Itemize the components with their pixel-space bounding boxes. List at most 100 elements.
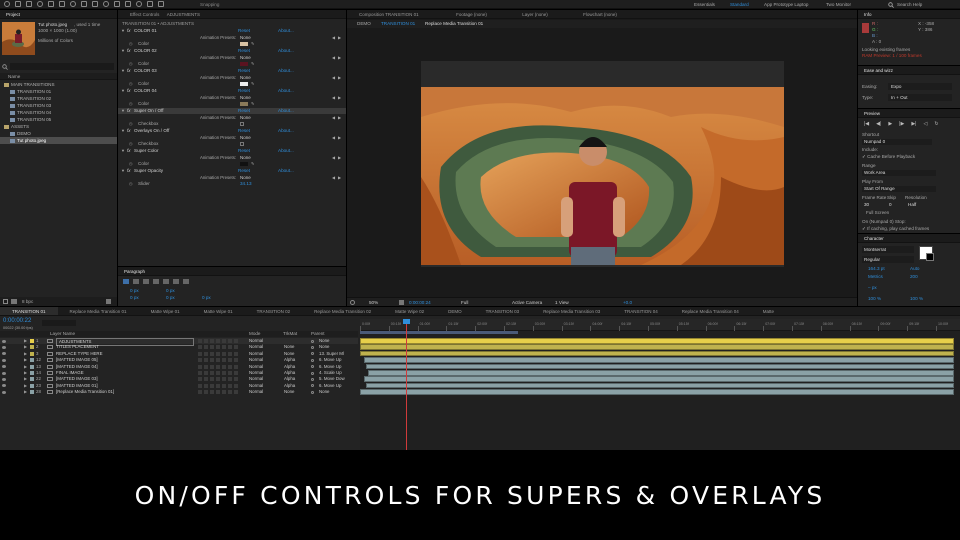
zoom-tool-icon[interactable]	[37, 1, 43, 7]
effect-group[interactable]: ▼ fx COLOR 02 Reset About...	[118, 48, 346, 54]
about-link[interactable]: About...	[278, 28, 294, 34]
next-frame-icon[interactable]: |▶	[899, 121, 904, 127]
roto-tool-icon[interactable]	[147, 1, 153, 7]
next-preset-icon[interactable]: ▶	[338, 115, 341, 120]
resolution-select[interactable]: Full	[461, 300, 468, 306]
fx-icon[interactable]: fx	[127, 148, 131, 153]
expand-triangle-icon[interactable]: ▶	[24, 338, 27, 343]
effect-group[interactable]: ▼ fx COLOR 03 Reset About...	[118, 68, 346, 74]
bit-depth-label[interactable]: 8 bpc	[22, 299, 33, 305]
kerning-field[interactable]: Metrics	[868, 274, 883, 280]
tab-project[interactable]: Project	[0, 10, 26, 18]
search-icon[interactable]	[888, 1, 894, 8]
prev-preset-icon[interactable]: ◀	[332, 95, 335, 100]
layer-duration-bar[interactable]	[364, 376, 954, 382]
expand-triangle-icon[interactable]: ▶	[24, 383, 27, 388]
font-style-select[interactable]: Regular	[862, 256, 914, 263]
label-color-swatch[interactable]	[30, 371, 34, 375]
align-left-icon[interactable]	[123, 279, 129, 284]
color-swatch[interactable]	[240, 162, 248, 166]
stopwatch-icon[interactable]: ◷	[129, 121, 133, 126]
timeline-tab[interactable]: TRANSITION 01	[0, 307, 58, 315]
visibility-eye-icon[interactable]	[2, 339, 6, 343]
first-frame-icon[interactable]: |◀	[864, 121, 869, 127]
camera-select[interactable]: Active Camera	[512, 300, 542, 306]
full-screen-checkbox[interactable]: Full Screen	[866, 210, 889, 216]
selection-tool-icon[interactable]	[15, 1, 21, 7]
animation-presets-select[interactable]: None	[240, 175, 328, 181]
about-link[interactable]: About...	[278, 108, 294, 114]
animation-presets-select[interactable]: None	[240, 55, 328, 61]
next-preset-icon[interactable]: ▶	[338, 55, 341, 60]
indent-left-field[interactable]: 0 px	[130, 288, 139, 294]
justify-center-icon[interactable]	[163, 279, 169, 284]
project-item[interactable]: TRANSITION 01	[0, 88, 117, 95]
track-matte-select[interactable]: Alpha	[284, 383, 295, 389]
animation-presets-select[interactable]: None	[240, 135, 328, 141]
last-frame-icon[interactable]: ▶|	[911, 121, 916, 127]
disclosure-triangle-icon[interactable]: ▼	[121, 128, 125, 133]
color-swatch[interactable]	[240, 62, 248, 66]
project-search-input[interactable]	[10, 63, 114, 70]
timeline-tab[interactable]: Replace Media Transition 01	[58, 307, 139, 315]
indent-first-field[interactable]: 0 px	[130, 295, 139, 301]
tab-paragraph[interactable]: Paragraph	[118, 267, 151, 275]
effect-group[interactable]: ▼ fx COLOR 04 Reset About...	[118, 88, 346, 94]
layer-duration-bar[interactable]	[366, 382, 954, 389]
resolution-value[interactable]: Half	[908, 202, 916, 208]
timeline-layer-row[interactable]: ▶ 12 [MATTED IMAGE 05] Normal Alpha 6. Move U…	[0, 357, 358, 363]
breadcrumb-replace-media[interactable]: Replace Media Transition 01	[425, 21, 483, 27]
timeline-tab[interactable]: Matte Wipe 01	[139, 307, 192, 315]
layer-duration-bar[interactable]	[366, 363, 954, 370]
stroke-color-swatch[interactable]	[926, 253, 934, 261]
hand-tool-icon[interactable]	[26, 1, 32, 7]
eyedropper-icon[interactable]: ✎	[251, 81, 254, 86]
expand-triangle-icon[interactable]: ▶	[24, 364, 27, 369]
leading-field[interactable]: Auto	[910, 266, 919, 272]
checkbox[interactable]	[240, 122, 244, 126]
layer-switches[interactable]	[198, 390, 238, 395]
timeline-tab[interactable]: Matte	[751, 307, 786, 315]
eyedropper-icon[interactable]: ✎	[251, 101, 254, 106]
pickwhip-icon[interactable]	[311, 371, 314, 375]
pickwhip-icon[interactable]	[311, 384, 314, 388]
parent-select[interactable]: None	[319, 389, 330, 395]
timeline-layer-row[interactable]: ▶ 3 REPLACE TYPE HERE Normal None 13. Super M…	[0, 351, 358, 357]
effect-group[interactable]: ▼ fx COLOR 01 Reset About...	[118, 28, 346, 34]
visibility-eye-icon[interactable]	[2, 377, 6, 381]
label-color-swatch[interactable]	[30, 383, 34, 388]
checkbox[interactable]	[240, 142, 244, 146]
tab-info[interactable]: Info	[858, 10, 878, 18]
reset-link[interactable]: Reset	[238, 108, 250, 114]
track-matte-select[interactable]: None	[284, 389, 295, 395]
project-item[interactable]: DEMO	[0, 130, 117, 137]
effect-group[interactable]: ▼ fx Overlays On / Off Reset About...	[118, 128, 346, 134]
eyedropper-icon[interactable]: ✎	[251, 161, 254, 166]
font-family-select[interactable]: Montserrat	[862, 246, 914, 253]
skip-value[interactable]: 0	[889, 202, 892, 208]
brush-tool-icon[interactable]	[114, 1, 120, 7]
shortcut-select[interactable]: Numpad 0	[862, 139, 932, 145]
label-color-swatch[interactable]	[30, 345, 34, 350]
puppet-tool-icon[interactable]	[158, 1, 164, 7]
animation-presets-select[interactable]: None	[240, 95, 328, 101]
pan-tool-icon[interactable]	[59, 1, 65, 7]
prev-preset-icon[interactable]: ◀	[332, 175, 335, 180]
prev-preset-icon[interactable]: ◀	[332, 55, 335, 60]
dolly-tool-icon[interactable]	[70, 1, 76, 7]
disclosure-triangle-icon[interactable]: ▼	[121, 108, 125, 113]
mute-icon[interactable]: ◁	[923, 121, 927, 127]
play-icon[interactable]: ▶	[888, 121, 892, 127]
label-color-swatch[interactable]	[30, 339, 34, 343]
layer-duration-bar[interactable]	[360, 389, 954, 395]
timeline-layer-row[interactable]: ▶ 1 ADJUSTMENTS Normal None	[0, 338, 358, 346]
workspace-standard[interactable]: Standard	[730, 2, 749, 8]
blend-mode-select[interactable]: Normal	[249, 376, 263, 382]
easing-select[interactable]: Expo	[888, 83, 952, 90]
workspace-app-prototype[interactable]: App Prototype Laptop	[764, 2, 808, 8]
interpret-footage-icon[interactable]	[3, 299, 8, 304]
justify-left-icon[interactable]	[153, 279, 159, 284]
layer-switches[interactable]	[198, 371, 238, 375]
label-color-swatch[interactable]	[30, 358, 34, 363]
horizontal-scale-field[interactable]: 100 %	[910, 296, 923, 302]
